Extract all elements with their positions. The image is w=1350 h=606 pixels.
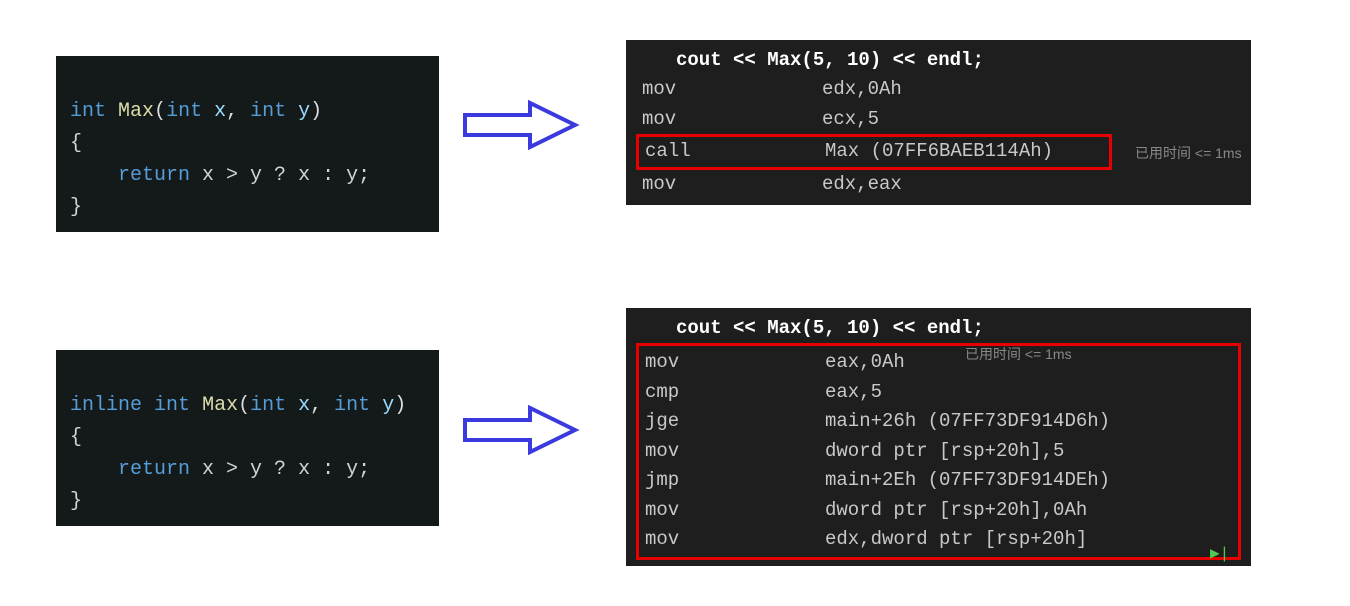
source-panel-top: int Max(int x, int y) { return x > y ? x… — [56, 56, 439, 232]
asm-header: cout << Max(5, 10) << endl; — [636, 46, 1241, 75]
keyword-inline: inline — [70, 394, 142, 417]
asm-row: mov dword ptr [rsp+20h],0Ah — [639, 496, 1238, 525]
return-expr: x > y ? x : y; — [202, 164, 370, 187]
param-y: y — [382, 394, 394, 417]
asm-mnemonic: mov — [636, 105, 822, 134]
arrow-icon — [460, 400, 580, 460]
asm-panel-top: cout << Max(5, 10) << endl; mov edx,0Ah … — [626, 40, 1251, 205]
asm-mnemonic: mov — [639, 496, 825, 525]
keyword-int: int — [166, 100, 202, 123]
play-icon: ▶| — [1210, 543, 1229, 563]
asm-args: edx,eax — [822, 170, 1241, 199]
asm-row: cmp eax,5 — [639, 378, 1238, 407]
timing-label: 已用时间 <= 1ms — [1135, 143, 1242, 163]
asm-args: edx,0Ah — [822, 75, 1241, 104]
brace-open: { — [70, 426, 82, 449]
asm-block-highlighted: mov eax,0Ah cmp eax,5 jge main+26h (07FF… — [636, 343, 1241, 559]
param-x: x — [298, 394, 310, 417]
function-name: Max — [202, 394, 238, 417]
function-name: Max — [118, 100, 154, 123]
param-y: y — [298, 100, 310, 123]
asm-row-highlighted: call Max (07FF6BAEB114Ah) — [636, 134, 1112, 169]
asm-mnemonic: mov — [636, 75, 822, 104]
asm-args: dword ptr [rsp+20h],0Ah — [825, 496, 1238, 525]
asm-mnemonic: jge — [639, 407, 825, 436]
asm-panel-bottom: cout << Max(5, 10) << endl; mov eax,0Ah … — [626, 308, 1251, 566]
keyword-int: int — [70, 100, 106, 123]
timing-label: 已用时间 <= 1ms — [965, 344, 1072, 364]
asm-mnemonic: call — [639, 137, 825, 166]
source-panel-bottom: inline int Max(int x, int y) { return x … — [56, 350, 439, 526]
asm-row: mov eax,0Ah — [639, 348, 1238, 377]
asm-mnemonic: jmp — [639, 466, 825, 495]
brace-open: { — [70, 132, 82, 155]
asm-mnemonic: cmp — [639, 378, 825, 407]
keyword-int: int — [250, 394, 286, 417]
keyword-int: int — [154, 394, 190, 417]
keyword-int: int — [334, 394, 370, 417]
arrow-icon — [460, 95, 580, 155]
asm-mnemonic: mov — [636, 170, 822, 199]
asm-row: mov edx,dword ptr [rsp+20h] — [639, 525, 1238, 554]
asm-header: cout << Max(5, 10) << endl; — [636, 314, 1241, 343]
asm-row: jmp main+2Eh (07FF73DF914DEh) — [639, 466, 1238, 495]
keyword-int: int — [250, 100, 286, 123]
asm-mnemonic: mov — [639, 525, 825, 554]
asm-args: eax,5 — [825, 378, 1238, 407]
asm-args: dword ptr [rsp+20h],5 — [825, 437, 1238, 466]
asm-args: edx,dword ptr [rsp+20h] — [825, 525, 1238, 554]
return-expr: x > y ? x : y; — [202, 458, 370, 481]
asm-args: main+2Eh (07FF73DF914DEh) — [825, 466, 1238, 495]
brace-close: } — [70, 490, 82, 513]
asm-row: mov dword ptr [rsp+20h],5 — [639, 437, 1238, 466]
asm-args: Max (07FF6BAEB114Ah) — [825, 137, 1109, 166]
asm-args: ecx,5 — [822, 105, 1241, 134]
asm-row: mov edx,eax — [636, 170, 1241, 199]
brace-close: } — [70, 196, 82, 219]
asm-row: mov ecx,5 — [636, 105, 1241, 134]
asm-row: mov edx,0Ah — [636, 75, 1241, 104]
asm-args: main+26h (07FF73DF914D6h) — [825, 407, 1238, 436]
keyword-return: return — [118, 458, 190, 481]
asm-mnemonic: mov — [639, 437, 825, 466]
asm-mnemonic: mov — [639, 348, 825, 377]
keyword-return: return — [118, 164, 190, 187]
param-x: x — [214, 100, 226, 123]
asm-row: jge main+26h (07FF73DF914D6h) — [639, 407, 1238, 436]
